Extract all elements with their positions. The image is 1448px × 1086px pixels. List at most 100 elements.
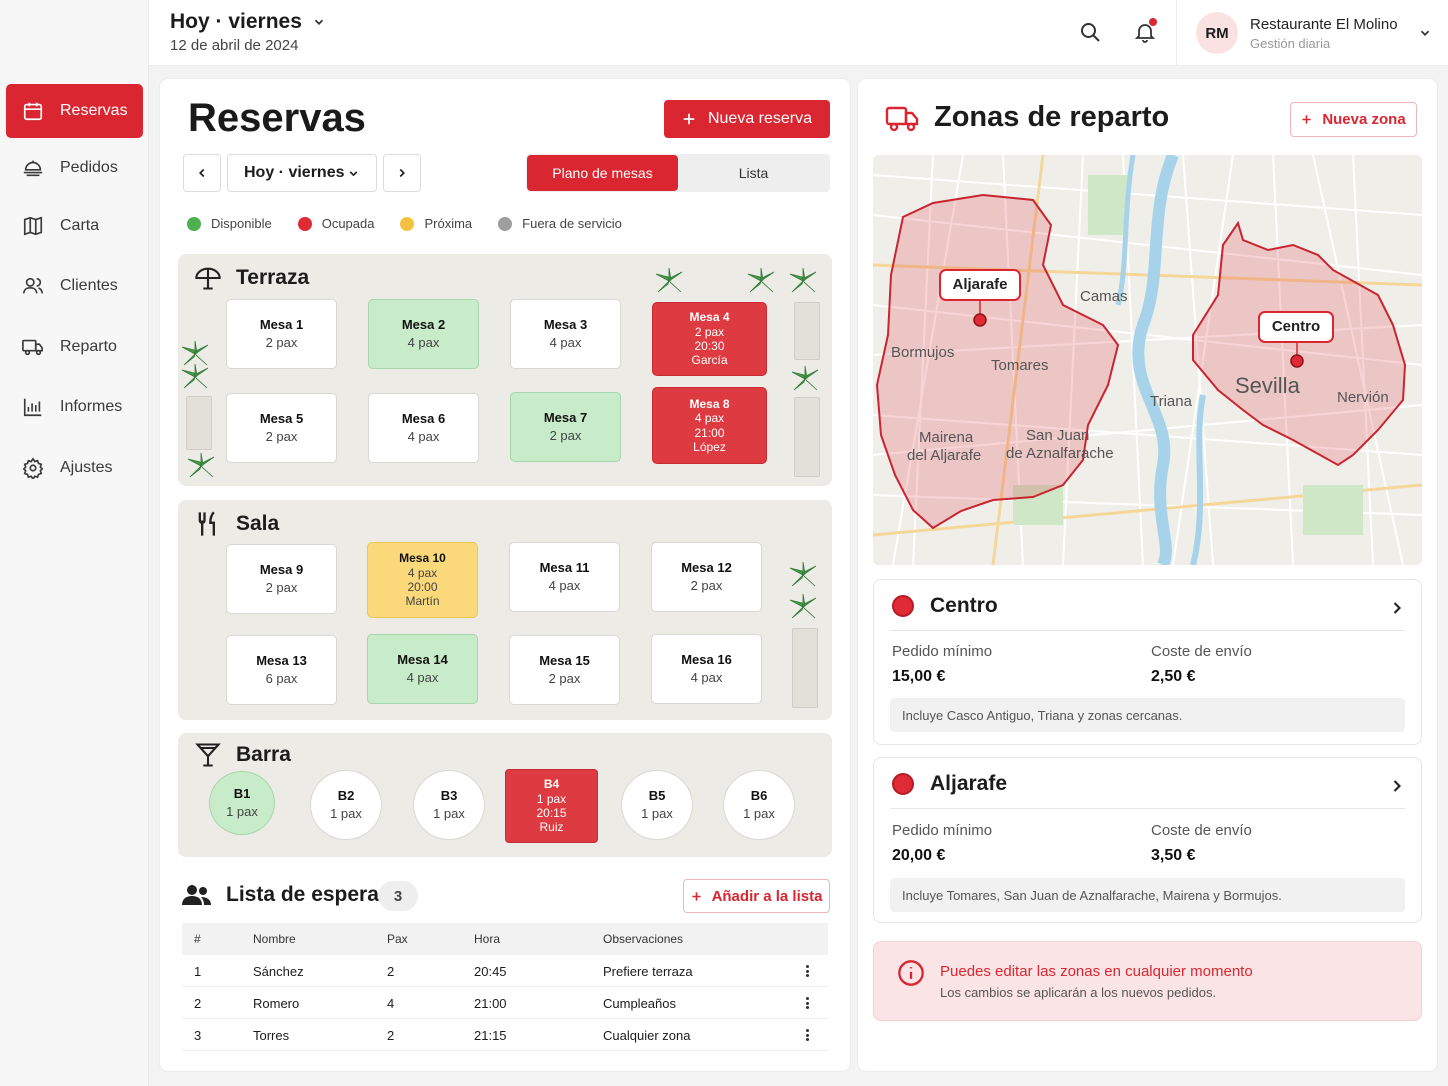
more-options-icon[interactable] — [802, 963, 812, 979]
bar-seat-b1[interactable]: B1 1 pax — [209, 771, 275, 835]
date-title: Hoy · viernes — [170, 10, 302, 33]
add-to-waitlist-button[interactable]: Añadir a la lista — [683, 879, 830, 913]
zone-card-aljarafe[interactable]: Aljarafe Pedido mínimo 20,00 € Coste de … — [873, 757, 1422, 923]
min-order-value: 20,00 € — [892, 847, 946, 864]
legend-item: Disponible — [187, 216, 272, 231]
map-label-centro: Centro — [1271, 318, 1321, 335]
prev-day-button[interactable] — [183, 154, 221, 192]
map-label-sanjuan-2: de Aznalfarache — [1006, 445, 1114, 462]
table-mesa-12[interactable]: Mesa 12 2 pax — [651, 542, 762, 612]
day-select[interactable]: Hoy · viernes — [227, 154, 377, 192]
bar-seat-b6[interactable]: B6 1 pax — [723, 770, 795, 840]
table-pax: 2 pax — [549, 428, 582, 443]
column-header: Nombre — [253, 932, 296, 946]
zone-card-header: Aljarafe — [892, 772, 1007, 796]
sidebar-item-reparto[interactable]: Reparto — [6, 320, 143, 374]
plus-icon — [1302, 115, 1311, 124]
chevron-down-icon — [349, 170, 358, 176]
table-guest: Ruiz — [539, 820, 564, 835]
chevron-left-icon — [199, 168, 205, 178]
notifications-button[interactable] — [1133, 18, 1159, 46]
truck-icon — [22, 339, 43, 356]
table-row[interactable]: 1 Sánchez 2 20:45 Prefiere terraza — [182, 955, 828, 987]
sidebar-item-carta[interactable]: Carta — [6, 199, 143, 253]
waitlist-table-header: # Nombre Pax Hora Observaciones — [182, 923, 828, 955]
more-options-icon[interactable] — [802, 1027, 812, 1043]
table-time: 20:30 — [694, 339, 725, 353]
tab-lista[interactable]: Lista — [678, 155, 829, 191]
column-header: Pax — [387, 932, 408, 946]
table-mesa-5[interactable]: Mesa 5 2 pax — [226, 393, 337, 463]
info-title: Puedes editar las zonas en cualquier mom… — [940, 963, 1253, 980]
table-mesa-7[interactable]: Mesa 7 2 pax — [510, 392, 621, 462]
delivery-title: Zonas de reparto — [934, 101, 1170, 133]
sidebar-item-reservas[interactable]: Reservas — [6, 84, 143, 138]
table-pax: 1 pax — [743, 806, 775, 821]
sidebar-item-label: Informes — [60, 398, 123, 415]
table-pax: 4 pax — [407, 429, 440, 444]
tab-plano-de-mesas[interactable]: Plano de mesas — [527, 155, 678, 191]
table-mesa-4[interactable]: Mesa 42 pax 20:30 García — [652, 302, 767, 376]
zone-card-centro[interactable]: Centro Pedido mínimo 15,00 € Coste de en… — [873, 579, 1422, 745]
search-button[interactable] — [1078, 20, 1104, 46]
zone-card-title: Centro — [930, 594, 998, 617]
table-mesa-9[interactable]: Mesa 9 2 pax — [226, 544, 337, 614]
table-mesa-11[interactable]: Mesa 11 4 pax — [509, 542, 620, 612]
sidebar-item-pedidos[interactable]: Pedidos — [6, 141, 143, 195]
row-time: 21:15 — [474, 1027, 507, 1043]
table-name: Mesa 16 — [681, 652, 732, 668]
view-toggle: Plano de mesas Lista — [526, 154, 830, 192]
bar-seat-b5[interactable]: B5 1 pax — [621, 770, 693, 840]
table-pax: 4 pax — [548, 578, 581, 593]
column-header: Observaciones — [603, 932, 684, 946]
table-mesa-3[interactable]: Mesa 3 4 pax — [510, 299, 621, 369]
legend-dot — [498, 216, 513, 231]
add-to-waitlist-label: Añadir a la lista — [711, 887, 823, 905]
date-selector[interactable]: Hoy · viernes — [170, 10, 326, 34]
zone-card-title: Aljarafe — [930, 772, 1008, 795]
plant-icon — [747, 267, 775, 293]
delivery-panel: Zonas de reparto Nueva zona Aljarafe Cen… — [858, 79, 1437, 1071]
chevron-right-icon[interactable] — [1387, 598, 1407, 618]
plant-icon — [187, 452, 215, 478]
chevron-right-icon[interactable] — [1387, 776, 1407, 796]
bar-seat-b4[interactable]: B4 1 pax 20:15 Ruiz — [505, 769, 598, 843]
table-mesa-14[interactable]: Mesa 14 4 pax — [367, 634, 478, 704]
waitlist-title: Lista de espera — [182, 882, 379, 908]
new-reservation-button[interactable]: Nueva reserva — [664, 100, 830, 138]
sidebar-item-ajustes[interactable]: Ajustes — [6, 441, 143, 495]
table-row[interactable]: 3 Torres 2 21:15 Cualquier zona — [182, 1019, 828, 1051]
zone-note: Incluye Casco Antiguo, Triana y zonas ce… — [890, 698, 1405, 732]
table-mesa-15[interactable]: Mesa 15 2 pax — [509, 635, 620, 705]
table-name: Mesa 5 — [259, 411, 304, 427]
table-mesa-6[interactable]: Mesa 6 4 pax — [368, 393, 479, 463]
sidebar-item-informes[interactable]: Informes — [6, 380, 143, 434]
bar-seat-b3[interactable]: B3 1 pax — [413, 770, 485, 840]
new-zone-button[interactable]: Nueva zona — [1290, 102, 1417, 137]
table-mesa-16[interactable]: Mesa 16 4 pax — [651, 634, 762, 704]
next-day-button[interactable] — [383, 154, 421, 192]
table-mesa-1[interactable]: Mesa 1 2 pax — [226, 299, 337, 369]
table-mesa-13[interactable]: Mesa 13 6 pax — [226, 635, 337, 705]
table-mesa-8[interactable]: Mesa 84 pax 21:00 López — [652, 387, 767, 464]
menu-book-icon — [23, 216, 43, 236]
user-menu[interactable]: RM Restaurante El Molino Gestión diaria — [1196, 12, 1432, 54]
table-guest: López — [693, 439, 726, 454]
sidebar-item-clientes[interactable]: Clientes — [6, 259, 143, 313]
shipping-cost-value: 3,50 € — [1151, 847, 1196, 864]
table-name: Mesa 10 — [399, 551, 446, 566]
table-mesa-2[interactable]: Mesa 2 4 pax — [368, 299, 479, 369]
row-name: Sánchez — [253, 963, 304, 979]
table-pax: 1 pax — [536, 791, 567, 806]
info-banner: Puedes editar las zonas en cualquier mom… — [873, 941, 1422, 1021]
delivery-map[interactable]: Aljarafe Centro Camas Bormujos Tomares T… — [873, 155, 1422, 565]
zone-title: Sala — [194, 510, 279, 538]
column-header: Hora — [474, 932, 501, 946]
status-legend: Disponible Ocupada Próxima Fuera de serv… — [187, 216, 622, 231]
more-options-icon[interactable] — [802, 995, 812, 1011]
table-mesa-10[interactable]: Mesa 10 4 pax 20:00 Martín — [367, 542, 478, 618]
map-label-bormujos: Bormujos — [891, 344, 955, 361]
table-row[interactable]: 2 Romero 4 21:00 Cumpleaños — [182, 987, 828, 1019]
users-icon — [23, 277, 43, 294]
bar-seat-b2[interactable]: B2 1 pax — [310, 770, 382, 840]
